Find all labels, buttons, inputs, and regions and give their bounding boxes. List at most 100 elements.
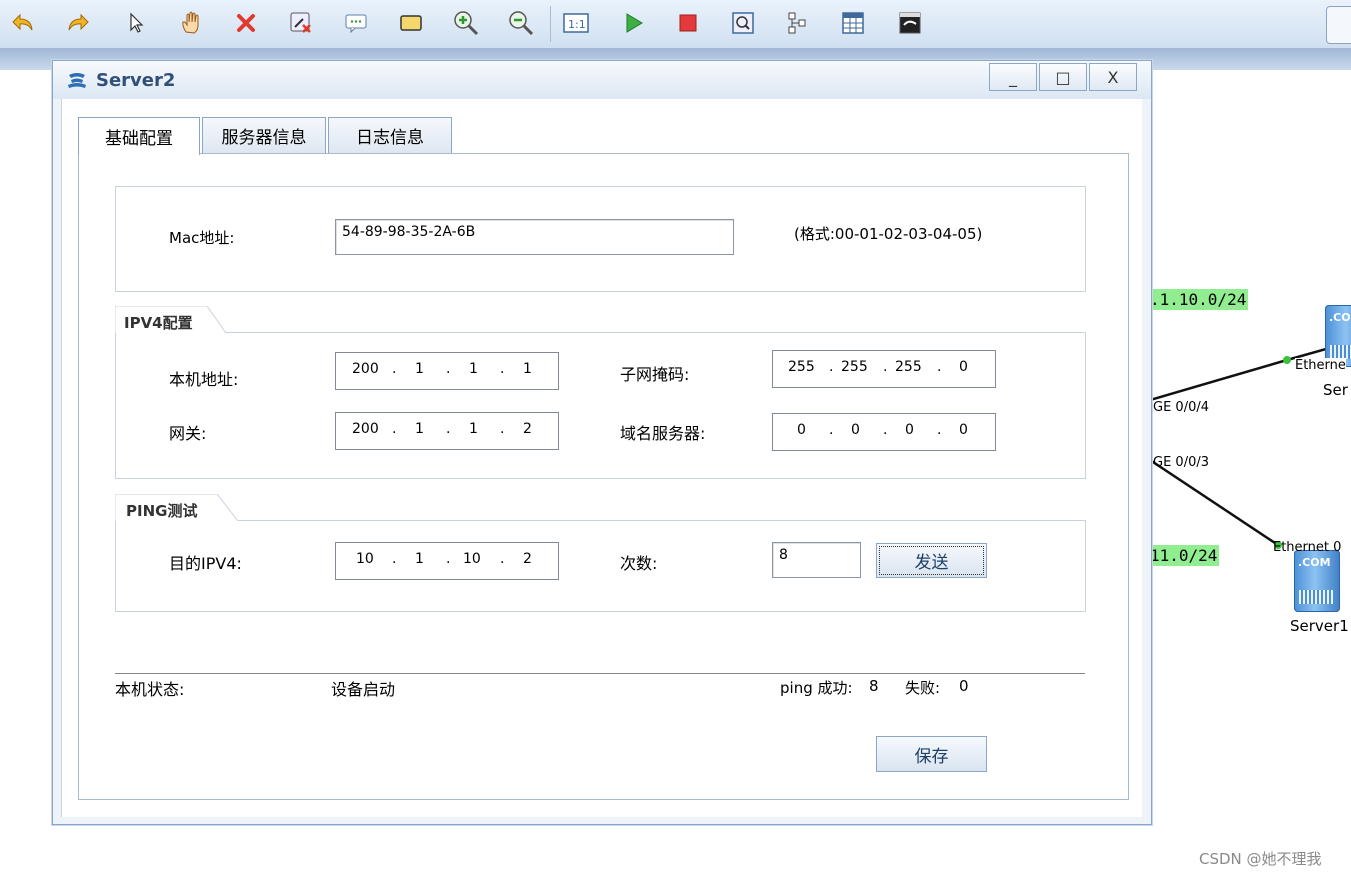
ip-octet: 255 — [841, 359, 868, 375]
server-grill — [1330, 345, 1351, 359]
ping-group: 目的IPV4: 10 . 1 . 10 . 2 次数: 8 发送 — [115, 520, 1086, 612]
text-icon[interactable] — [341, 8, 371, 38]
server1-label: Server1 — [1290, 617, 1349, 635]
topology-icon[interactable] — [783, 8, 813, 38]
ip-octet: 255 — [788, 359, 815, 375]
save-button[interactable]: 保存 — [876, 736, 987, 772]
link-ge4[interactable] — [1150, 358, 1288, 402]
local-ip-label: 本机地址: — [169, 370, 239, 389]
rectangle-icon[interactable] — [396, 8, 426, 38]
toolbar-separator — [550, 6, 551, 42]
port-label-eth-bottom: Ethernet 0 — [1273, 540, 1342, 555]
capture-icon[interactable] — [728, 8, 758, 38]
hand-icon[interactable] — [176, 8, 206, 38]
ip-octet: 0 — [797, 422, 806, 438]
ping-fail-count: 0 — [959, 677, 969, 695]
ip-octet: 0 — [851, 422, 860, 438]
start-icon[interactable] — [618, 8, 648, 38]
mac-label: Mac地址: — [169, 229, 235, 247]
net-label-top: .1.10.0/24 — [1148, 289, 1249, 310]
ip-octet: 1 — [469, 361, 478, 377]
ip-octet: 1 — [415, 421, 424, 437]
topology-canvas[interactable] — [1150, 70, 1351, 877]
status-divider — [115, 673, 1085, 674]
toolbar-overflow-button[interactable] — [1326, 6, 1351, 44]
server-badge: .COM — [1329, 311, 1351, 324]
ip-octet: 10 — [356, 551, 374, 567]
ip-octet: 1 — [523, 361, 532, 377]
port-label-ge3: GE 0/0/3 — [1153, 455, 1209, 470]
undo-icon[interactable] — [8, 8, 38, 38]
stop-icon[interactable] — [673, 8, 703, 38]
delete-icon[interactable] — [231, 8, 261, 38]
status-value: 设备启动 — [331, 680, 396, 699]
mac-input[interactable]: 54-89-98-35-2A-6B — [335, 219, 734, 255]
ping-count-input[interactable]: 8 — [772, 542, 861, 578]
zoom-out-icon[interactable] — [506, 8, 536, 38]
ping-fail-label: 失败: — [905, 679, 941, 697]
subnet-mask-label: 子网掩码: — [620, 365, 690, 384]
server-app-icon — [68, 73, 86, 88]
gateway-input[interactable]: 200 . 1 . 1 . 2 — [335, 412, 559, 450]
svg-text:1:1: 1:1 — [568, 18, 586, 31]
terminal-icon[interactable] — [895, 8, 925, 38]
ip-octet: 2 — [523, 421, 532, 437]
ip-octet: 1 — [415, 551, 424, 567]
fit-icon[interactable]: 1:1 — [561, 8, 591, 38]
dns-input[interactable]: 0 . 0 . 0 . 0 — [772, 413, 996, 451]
redo-icon[interactable] — [63, 8, 93, 38]
server1-icon[interactable]: .COM — [1294, 550, 1340, 612]
dns-label: 域名服务器: — [620, 424, 706, 443]
ip-octet: 0 — [959, 359, 968, 375]
server-badge: .COM — [1298, 556, 1331, 569]
watermark: CSDN @她不理我 — [1199, 850, 1322, 868]
server-top-label: Ser — [1323, 381, 1348, 399]
ping-success-count: 8 — [869, 677, 879, 695]
ip-octet: 2 — [523, 551, 532, 567]
ping-target-input[interactable]: 10 . 1 . 10 . 2 — [335, 542, 559, 580]
tab-basic-config[interactable]: 基础配置 — [78, 117, 200, 155]
port-label-ge4: GE 0/0/4 — [1153, 400, 1209, 415]
ipv4-group: 本机地址: 200 . 1 . 1 . 1 子网掩码: 255 . 255 . … — [115, 332, 1086, 479]
status-label: 本机状态: — [115, 680, 185, 699]
ip-octet: 200 — [352, 421, 379, 437]
gateway-label: 网关: — [169, 424, 207, 443]
ping-target-label: 目的IPV4: — [169, 554, 242, 573]
tab-log-info[interactable]: 日志信息 — [328, 117, 452, 153]
mac-group: Mac地址: 54-89-98-35-2A-6B (格式:00-01-02-03… — [115, 186, 1086, 292]
ipv4-group-title: IPV4配置 — [124, 314, 193, 332]
local-ip-input[interactable]: 200 . 1 . 1 . 1 — [335, 352, 559, 390]
zoom-in-icon[interactable] — [451, 8, 481, 38]
pointer-icon[interactable] — [121, 8, 151, 38]
minimize-button[interactable]: _ — [989, 63, 1037, 91]
port-dot-top — [1283, 356, 1291, 364]
server2-dialog: Server2 _ □ X 基础配置 服务器信息 日志信息 Mac地址: 54-… — [52, 60, 1152, 825]
ip-octet: 1 — [415, 361, 424, 377]
dialog-titlebar[interactable]: Server2 _ □ X — [53, 61, 1151, 99]
ip-octet: 0 — [959, 422, 968, 438]
ping-count-label: 次数: — [620, 554, 658, 573]
ip-octet: 10 — [463, 551, 481, 567]
port-label-eth-top: Etherne — [1295, 358, 1346, 373]
ip-octet: 200 — [352, 361, 379, 377]
grid-icon[interactable] — [838, 8, 868, 38]
link-ge3[interactable] — [1150, 458, 1279, 547]
topology-links — [1150, 340, 1351, 549]
mac-format-hint: (格式:00-01-02-03-04-05) — [794, 225, 983, 243]
main-toolbar: 1:1 — [0, 0, 1351, 70]
send-button[interactable]: 发送 — [876, 543, 987, 578]
ping-success-label: ping 成功: — [780, 679, 853, 697]
net-label-bottom: 11.0/24 — [1148, 545, 1220, 566]
server-grill — [1299, 590, 1335, 604]
ip-octet: 0 — [905, 422, 914, 438]
subnet-mask-input[interactable]: 255 . 255 . 255 . 0 — [772, 350, 996, 388]
close-button[interactable]: X — [1089, 63, 1137, 91]
delete-link-icon[interactable] — [286, 8, 316, 38]
maximize-button[interactable]: □ — [1039, 63, 1087, 91]
ip-octet: 255 — [895, 359, 922, 375]
dialog-title: Server2 — [96, 70, 176, 91]
tab-panel-basic-config: Mac地址: 54-89-98-35-2A-6B (格式:00-01-02-03… — [78, 153, 1129, 800]
tab-server-info[interactable]: 服务器信息 — [202, 117, 326, 153]
ping-group-title: PING测试 — [126, 502, 198, 520]
ip-octet: 1 — [469, 421, 478, 437]
